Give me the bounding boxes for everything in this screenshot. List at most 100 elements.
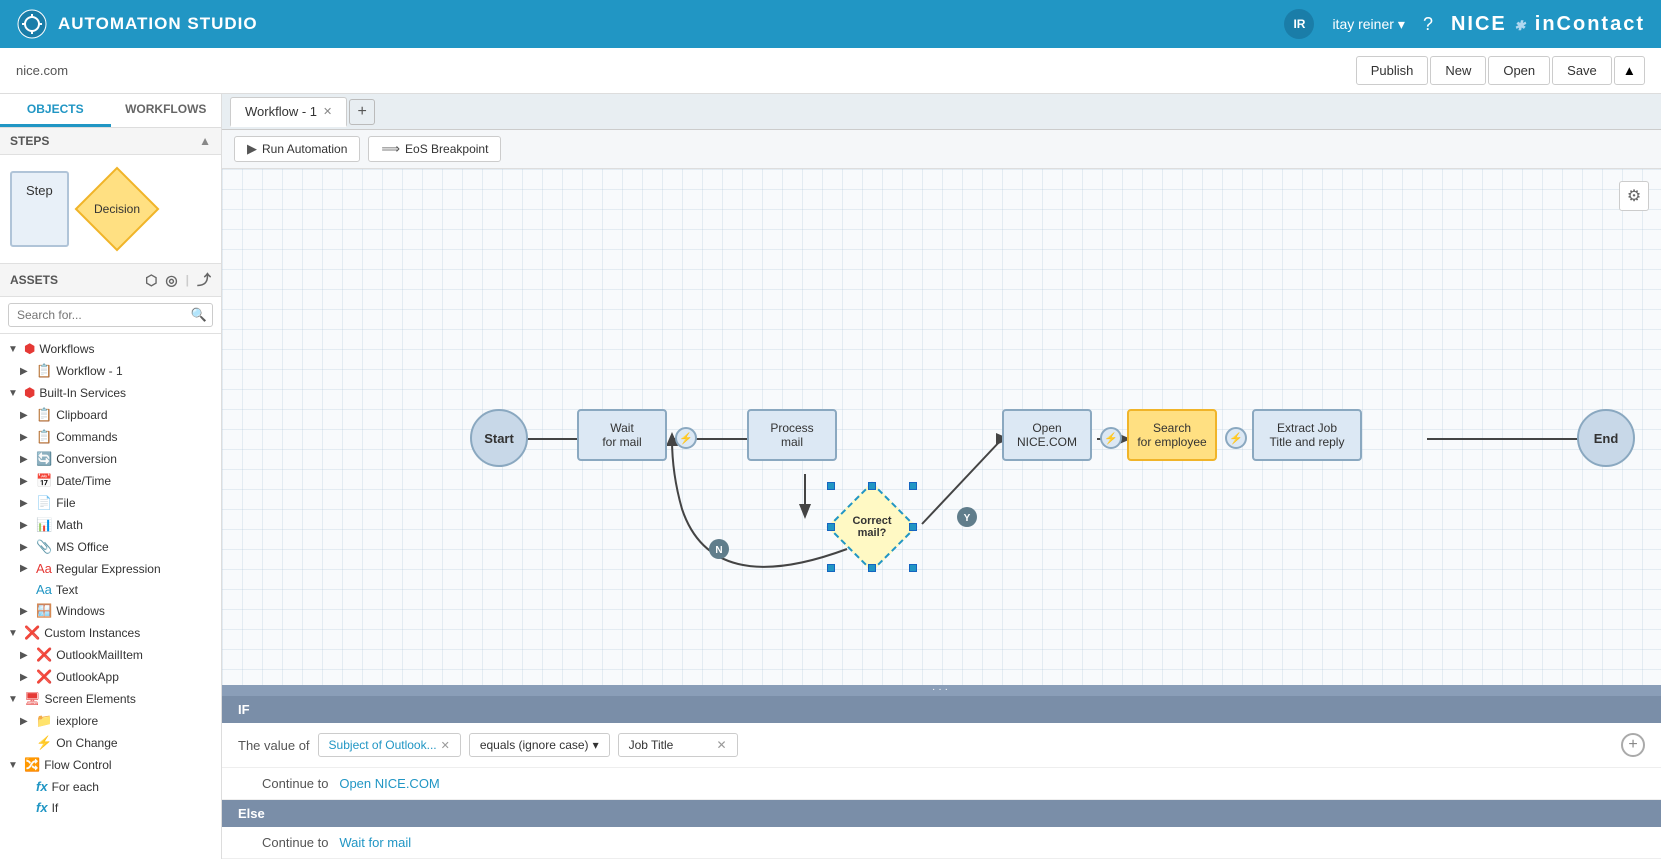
add-tab-button[interactable]: +	[349, 99, 375, 125]
tree-item-windows[interactable]: ▶ 🪟 Windows	[0, 600, 221, 622]
tree-label-screen: Screen Elements	[45, 692, 136, 706]
lightning-icon-2[interactable]: ⚡	[1100, 427, 1122, 449]
svg-text:N: N	[715, 545, 722, 556]
start-circle: Start	[470, 409, 528, 467]
tree-item-foreach[interactable]: fx For each	[0, 776, 221, 797]
tree-item-flowcontrol[interactable]: ▼ 🔀 Flow Control	[0, 754, 221, 776]
node-process[interactable]: Processmail	[747, 409, 837, 461]
tab-close-icon[interactable]: ✕	[323, 105, 332, 118]
node-open-nice[interactable]: OpenNICE.COM	[1002, 409, 1092, 461]
asset-icon-2[interactable]: ◎	[165, 272, 177, 289]
tree-item-clipboard[interactable]: ▶ 📋 Clipboard	[0, 404, 221, 426]
tree-item-regex[interactable]: ▶ Aa Regular Expression	[0, 558, 221, 579]
user-chevron-icon: ▾	[1398, 16, 1405, 33]
tree-icon-wf1: 📋	[36, 363, 52, 379]
tree-item-if[interactable]: fx If	[0, 797, 221, 818]
tree-label-workflows: Workflows	[39, 342, 94, 356]
condition-prefix: The value of	[238, 738, 310, 753]
tree-item-screen[interactable]: ▼ 🖥 Screen Elements	[0, 688, 221, 710]
wait-rect: Waitfor mail	[577, 409, 667, 461]
tree-label-clipboard: Clipboard	[56, 408, 107, 422]
condition-field-tag[interactable]: Subject of Outlook... ✕	[318, 733, 461, 757]
node-search[interactable]: Searchfor employee	[1127, 409, 1217, 461]
lightning-1[interactable]: ⚡	[675, 427, 697, 449]
tab-label: Workflow - 1	[245, 104, 317, 119]
add-condition-button[interactable]: +	[1621, 733, 1645, 757]
operator-chevron-icon: ▾	[593, 738, 599, 752]
continue-if-dest: Open NICE.COM	[339, 776, 439, 791]
canvas-settings-icon[interactable]: ⚙	[1619, 181, 1649, 211]
tree-item-file[interactable]: ▶ 📄 File	[0, 492, 221, 514]
decision-node[interactable]: Decision	[74, 167, 159, 252]
node-correct-mail[interactable]: Correctmail?	[832, 487, 912, 567]
workflow-arrows-svg: N Y	[222, 169, 1661, 685]
nav-left: AUTOMATION STUDIO	[16, 8, 258, 40]
if-continue-row: Continue to Open NICE.COM	[222, 768, 1661, 800]
correct-mail-diamond	[827, 482, 918, 573]
tab-objects[interactable]: OBJECTS	[0, 94, 111, 127]
tree-item-commands[interactable]: ▶ 📋 Commands	[0, 426, 221, 448]
tab-workflows[interactable]: WORKFLOWS	[111, 94, 222, 127]
end-circle: End	[1577, 409, 1635, 467]
asset-divider: |	[186, 273, 189, 287]
help-icon[interactable]: ?	[1423, 14, 1433, 35]
wait-label: Waitfor mail	[602, 421, 641, 449]
tree-item-onchange[interactable]: ⚡ On Change	[0, 732, 221, 754]
step-node[interactable]: Step	[10, 171, 69, 247]
panel-resize-handle[interactable]: ···	[222, 685, 1661, 693]
tree-item-workflow1[interactable]: ▶ 📋 Workflow - 1	[0, 360, 221, 382]
workflow-canvas[interactable]: ⚙	[222, 169, 1661, 685]
new-button[interactable]: New	[1430, 56, 1486, 85]
assets-label: ASSETS	[10, 273, 58, 287]
condition-field-close[interactable]: ✕	[441, 739, 450, 752]
lightning-icon-1[interactable]: ⚡	[675, 427, 697, 449]
tree-label-file: File	[56, 496, 75, 510]
lightning-icon-3[interactable]: ⚡	[1225, 427, 1247, 449]
workflow-tab[interactable]: Workflow - 1 ✕	[230, 97, 347, 127]
tree-item-custom[interactable]: ▼ ❌ Custom Instances	[0, 622, 221, 644]
tree-label-math: Math	[56, 518, 83, 532]
sidebar-tabs: OBJECTS WORKFLOWS	[0, 94, 221, 128]
search-rect: Searchfor employee	[1127, 409, 1217, 461]
tree-item-workflows[interactable]: ▼ ⬢ Workflows	[0, 338, 221, 360]
user-menu[interactable]: itay reiner ▾	[1332, 16, 1405, 33]
canvas-and-panel: ⚙	[222, 169, 1661, 859]
search-input[interactable]	[8, 303, 213, 327]
tree-item-datetime[interactable]: ▶ 📅 Date/Time	[0, 470, 221, 492]
asset-tree: ▼ ⬢ Workflows ▶ 📋 Workflow - 1 ▼ ⬢ Built…	[0, 334, 221, 859]
secondary-toolbar: nice.com Publish New Open Save ▲	[0, 48, 1661, 94]
tree-item-conversion[interactable]: ▶ 🔄 Conversion	[0, 448, 221, 470]
tree-icon-commands: 📋	[36, 429, 52, 445]
user-name-text: itay reiner	[1332, 16, 1393, 32]
condition-operator-select[interactable]: equals (ignore case) ▾	[469, 733, 610, 757]
node-extract[interactable]: Extract JobTitle and reply	[1252, 409, 1362, 461]
asset-export-icon[interactable]: ⤴	[197, 270, 211, 290]
node-wait[interactable]: Waitfor mail	[577, 409, 667, 461]
tree-item-math[interactable]: ▶ 📊 Math	[0, 514, 221, 536]
tree-item-builtins[interactable]: ▼ ⬢ Built-In Services	[0, 382, 221, 404]
lightning-2[interactable]: ⚡	[1100, 427, 1122, 449]
tree-icon-flowcontrol: 🔀	[24, 757, 40, 773]
handle-tr	[909, 482, 917, 490]
node-end[interactable]: End	[1577, 409, 1635, 467]
run-automation-button[interactable]: ▶ Run Automation	[234, 136, 360, 162]
save-button[interactable]: Save	[1552, 56, 1612, 85]
asset-icon-1[interactable]: ⬡	[145, 272, 157, 289]
node-start[interactable]: Start	[470, 409, 528, 467]
condition-value-close[interactable]: ✕	[717, 738, 727, 752]
collapse-button[interactable]: ▲	[1614, 56, 1645, 85]
tree-label-windows: Windows	[56, 604, 105, 618]
tree-item-iexplore[interactable]: ▶ 📁 iexplore	[0, 710, 221, 732]
open-button[interactable]: Open	[1488, 56, 1550, 85]
tree-item-outlookmail[interactable]: ▶ ❌ OutlookMailItem	[0, 644, 221, 666]
app-logo-icon	[16, 8, 48, 40]
steps-collapse-icon[interactable]: ▲	[199, 134, 211, 148]
tree-item-text[interactable]: Aa Text	[0, 579, 221, 600]
tree-item-outlookapp[interactable]: ▶ ❌ OutlookApp	[0, 666, 221, 688]
lightning-3[interactable]: ⚡	[1225, 427, 1247, 449]
condition-value-field[interactable]: Job Title ✕	[618, 733, 738, 757]
publish-button[interactable]: Publish	[1356, 56, 1429, 85]
eos-breakpoint-button[interactable]: ⟹ EoS Breakpoint	[368, 136, 501, 162]
tree-item-msoffice[interactable]: ▶ 📎 MS Office	[0, 536, 221, 558]
open-nice-rect: OpenNICE.COM	[1002, 409, 1092, 461]
